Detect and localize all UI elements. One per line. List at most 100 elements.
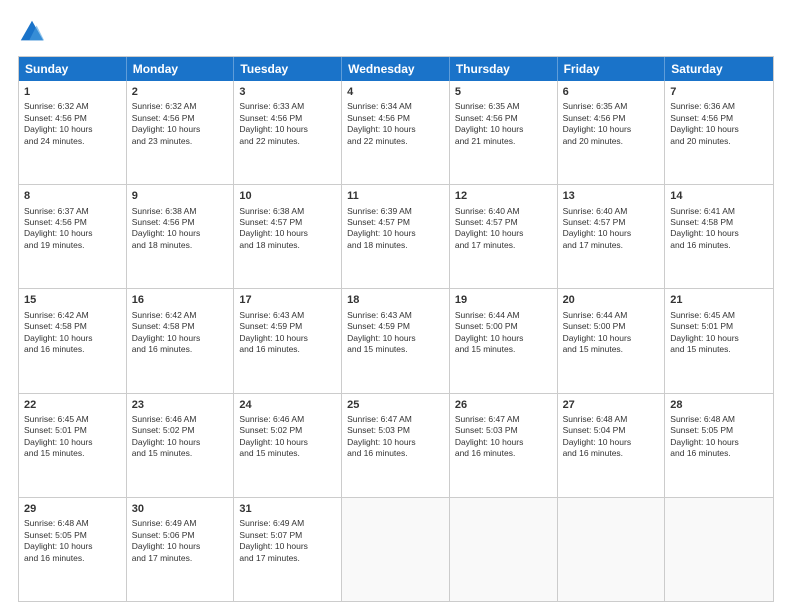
day-info: Sunrise: 6:46 AM Sunset: 5:02 PM Dayligh…	[239, 414, 336, 460]
table-row	[342, 498, 450, 601]
table-row: 2 Sunrise: 6:32 AM Sunset: 4:56 PM Daylig…	[127, 81, 235, 184]
day-info: Sunrise: 6:38 AM Sunset: 4:57 PM Dayligh…	[239, 206, 336, 252]
day-number: 20	[563, 293, 660, 307]
table-row	[558, 498, 666, 601]
day-info: Sunrise: 6:40 AM Sunset: 4:57 PM Dayligh…	[455, 206, 552, 252]
day-number: 8	[24, 189, 121, 203]
table-row: 4 Sunrise: 6:34 AM Sunset: 4:56 PM Daylig…	[342, 81, 450, 184]
calendar: SundayMondayTuesdayWednesdayThursdayFrid…	[18, 56, 774, 602]
table-row: 18 Sunrise: 6:43 AM Sunset: 4:59 PM Dayli…	[342, 289, 450, 392]
table-row: 9 Sunrise: 6:38 AM Sunset: 4:56 PM Daylig…	[127, 185, 235, 288]
calendar-row-2: 8 Sunrise: 6:37 AM Sunset: 4:56 PM Daylig…	[19, 184, 773, 288]
day-number: 5	[455, 85, 552, 99]
header-day-sunday: Sunday	[19, 57, 127, 81]
table-row: 11 Sunrise: 6:39 AM Sunset: 4:57 PM Dayli…	[342, 185, 450, 288]
day-number: 25	[347, 398, 444, 412]
day-number: 1	[24, 85, 121, 99]
day-info: Sunrise: 6:34 AM Sunset: 4:56 PM Dayligh…	[347, 101, 444, 147]
day-info: Sunrise: 6:33 AM Sunset: 4:56 PM Dayligh…	[239, 101, 336, 147]
day-number: 19	[455, 293, 552, 307]
day-number: 13	[563, 189, 660, 203]
day-info: Sunrise: 6:35 AM Sunset: 4:56 PM Dayligh…	[455, 101, 552, 147]
day-number: 24	[239, 398, 336, 412]
day-number: 2	[132, 85, 229, 99]
day-info: Sunrise: 6:47 AM Sunset: 5:03 PM Dayligh…	[455, 414, 552, 460]
table-row: 12Sunrise: 6:40 AM Sunset: 4:57 PM Dayli…	[450, 185, 558, 288]
table-row: 19 Sunrise: 6:44 AM Sunset: 5:00 PM Dayli…	[450, 289, 558, 392]
table-row: 24 Sunrise: 6:46 AM Sunset: 5:02 PM Dayli…	[234, 394, 342, 497]
table-row: 21 Sunrise: 6:45 AM Sunset: 5:01 PM Dayli…	[665, 289, 773, 392]
day-info: Sunrise: 6:32 AM Sunset: 4:56 PM Dayligh…	[24, 101, 121, 147]
table-row: 15 Sunrise: 6:42 AM Sunset: 4:58 PM Dayli…	[19, 289, 127, 392]
table-row: 20 Sunrise: 6:44 AM Sunset: 5:00 PM Dayli…	[558, 289, 666, 392]
table-row: 17Sunrise: 6:43 AM Sunset: 4:59 PM Dayli…	[234, 289, 342, 392]
day-number: 7	[670, 85, 768, 99]
day-info: Sunrise: 6:41 AM Sunset: 4:58 PM Dayligh…	[670, 206, 768, 252]
table-row: 27Sunrise: 6:48 AM Sunset: 5:04 PM Dayli…	[558, 394, 666, 497]
day-info: Sunrise: 6:46 AM Sunset: 5:02 PM Dayligh…	[132, 414, 229, 460]
day-number: 21	[670, 293, 768, 307]
calendar-row-4: 22Sunrise: 6:45 AM Sunset: 5:01 PM Dayli…	[19, 393, 773, 497]
table-row: 31 Sunrise: 6:49 AM Sunset: 5:07 PM Dayli…	[234, 498, 342, 601]
header-day-thursday: Thursday	[450, 57, 558, 81]
day-number: 3	[239, 85, 336, 99]
day-number: 18	[347, 293, 444, 307]
header-day-monday: Monday	[127, 57, 235, 81]
table-row: 6 Sunrise: 6:35 AM Sunset: 4:56 PM Daylig…	[558, 81, 666, 184]
day-info: Sunrise: 6:35 AM Sunset: 4:56 PM Dayligh…	[563, 101, 660, 147]
day-number: 10	[239, 189, 336, 203]
day-info: Sunrise: 6:42 AM Sunset: 4:58 PM Dayligh…	[24, 310, 121, 356]
day-number: 9	[132, 189, 229, 203]
day-number: 31	[239, 502, 336, 516]
header-day-saturday: Saturday	[665, 57, 773, 81]
day-info: Sunrise: 6:32 AM Sunset: 4:56 PM Dayligh…	[132, 101, 229, 147]
day-number: 28	[670, 398, 768, 412]
day-number: 26	[455, 398, 552, 412]
table-row	[450, 498, 558, 601]
day-info: Sunrise: 6:44 AM Sunset: 5:00 PM Dayligh…	[455, 310, 552, 356]
table-row: 10 Sunrise: 6:38 AM Sunset: 4:57 PM Dayli…	[234, 185, 342, 288]
day-info: Sunrise: 6:48 AM Sunset: 5:05 PM Dayligh…	[24, 518, 121, 564]
day-info: Sunrise: 6:45 AM Sunset: 5:01 PM Dayligh…	[670, 310, 768, 356]
table-row: 28Sunrise: 6:48 AM Sunset: 5:05 PM Dayli…	[665, 394, 773, 497]
day-info: Sunrise: 6:42 AM Sunset: 4:58 PM Dayligh…	[132, 310, 229, 356]
page: SundayMondayTuesdayWednesdayThursdayFrid…	[0, 0, 792, 612]
table-row: 1 Sunrise: 6:32 AM Sunset: 4:56 PM Daylig…	[19, 81, 127, 184]
day-info: Sunrise: 6:45 AM Sunset: 5:01 PM Dayligh…	[24, 414, 121, 460]
day-info: Sunrise: 6:39 AM Sunset: 4:57 PM Dayligh…	[347, 206, 444, 252]
day-number: 15	[24, 293, 121, 307]
day-number: 4	[347, 85, 444, 99]
table-row: 13 Sunrise: 6:40 AM Sunset: 4:57 PM Dayli…	[558, 185, 666, 288]
day-info: Sunrise: 6:44 AM Sunset: 5:00 PM Dayligh…	[563, 310, 660, 356]
table-row: 22Sunrise: 6:45 AM Sunset: 5:01 PM Dayli…	[19, 394, 127, 497]
table-row: 8 Sunrise: 6:37 AM Sunset: 4:56 PM Daylig…	[19, 185, 127, 288]
day-info: Sunrise: 6:49 AM Sunset: 5:06 PM Dayligh…	[132, 518, 229, 564]
calendar-row-1: 1 Sunrise: 6:32 AM Sunset: 4:56 PM Daylig…	[19, 81, 773, 184]
calendar-header: SundayMondayTuesdayWednesdayThursdayFrid…	[19, 57, 773, 81]
day-number: 16	[132, 293, 229, 307]
day-number: 11	[347, 189, 444, 203]
table-row: 23 Sunrise: 6:46 AM Sunset: 5:02 PM Dayli…	[127, 394, 235, 497]
table-row: 16 Sunrise: 6:42 AM Sunset: 4:58 PM Dayli…	[127, 289, 235, 392]
table-row: 29Sunrise: 6:48 AM Sunset: 5:05 PM Dayli…	[19, 498, 127, 601]
logo	[18, 18, 50, 46]
day-number: 6	[563, 85, 660, 99]
table-row: 26 Sunrise: 6:47 AM Sunset: 5:03 PM Dayli…	[450, 394, 558, 497]
day-info: Sunrise: 6:38 AM Sunset: 4:56 PM Dayligh…	[132, 206, 229, 252]
calendar-body: 1 Sunrise: 6:32 AM Sunset: 4:56 PM Daylig…	[19, 81, 773, 601]
day-info: Sunrise: 6:48 AM Sunset: 5:04 PM Dayligh…	[563, 414, 660, 460]
logo-icon	[18, 18, 46, 46]
day-info: Sunrise: 6:43 AM Sunset: 4:59 PM Dayligh…	[347, 310, 444, 356]
table-row: 30 Sunrise: 6:49 AM Sunset: 5:06 PM Dayli…	[127, 498, 235, 601]
day-info: Sunrise: 6:40 AM Sunset: 4:57 PM Dayligh…	[563, 206, 660, 252]
table-row: 5 Sunrise: 6:35 AM Sunset: 4:56 PM Daylig…	[450, 81, 558, 184]
day-number: 30	[132, 502, 229, 516]
header-day-wednesday: Wednesday	[342, 57, 450, 81]
day-info: Sunrise: 6:49 AM Sunset: 5:07 PM Dayligh…	[239, 518, 336, 564]
calendar-row-3: 15 Sunrise: 6:42 AM Sunset: 4:58 PM Dayli…	[19, 288, 773, 392]
day-number: 14	[670, 189, 768, 203]
table-row: 3 Sunrise: 6:33 AM Sunset: 4:56 PM Daylig…	[234, 81, 342, 184]
day-number: 23	[132, 398, 229, 412]
table-row: 25Sunrise: 6:47 AM Sunset: 5:03 PM Dayli…	[342, 394, 450, 497]
day-info: Sunrise: 6:37 AM Sunset: 4:56 PM Dayligh…	[24, 206, 121, 252]
